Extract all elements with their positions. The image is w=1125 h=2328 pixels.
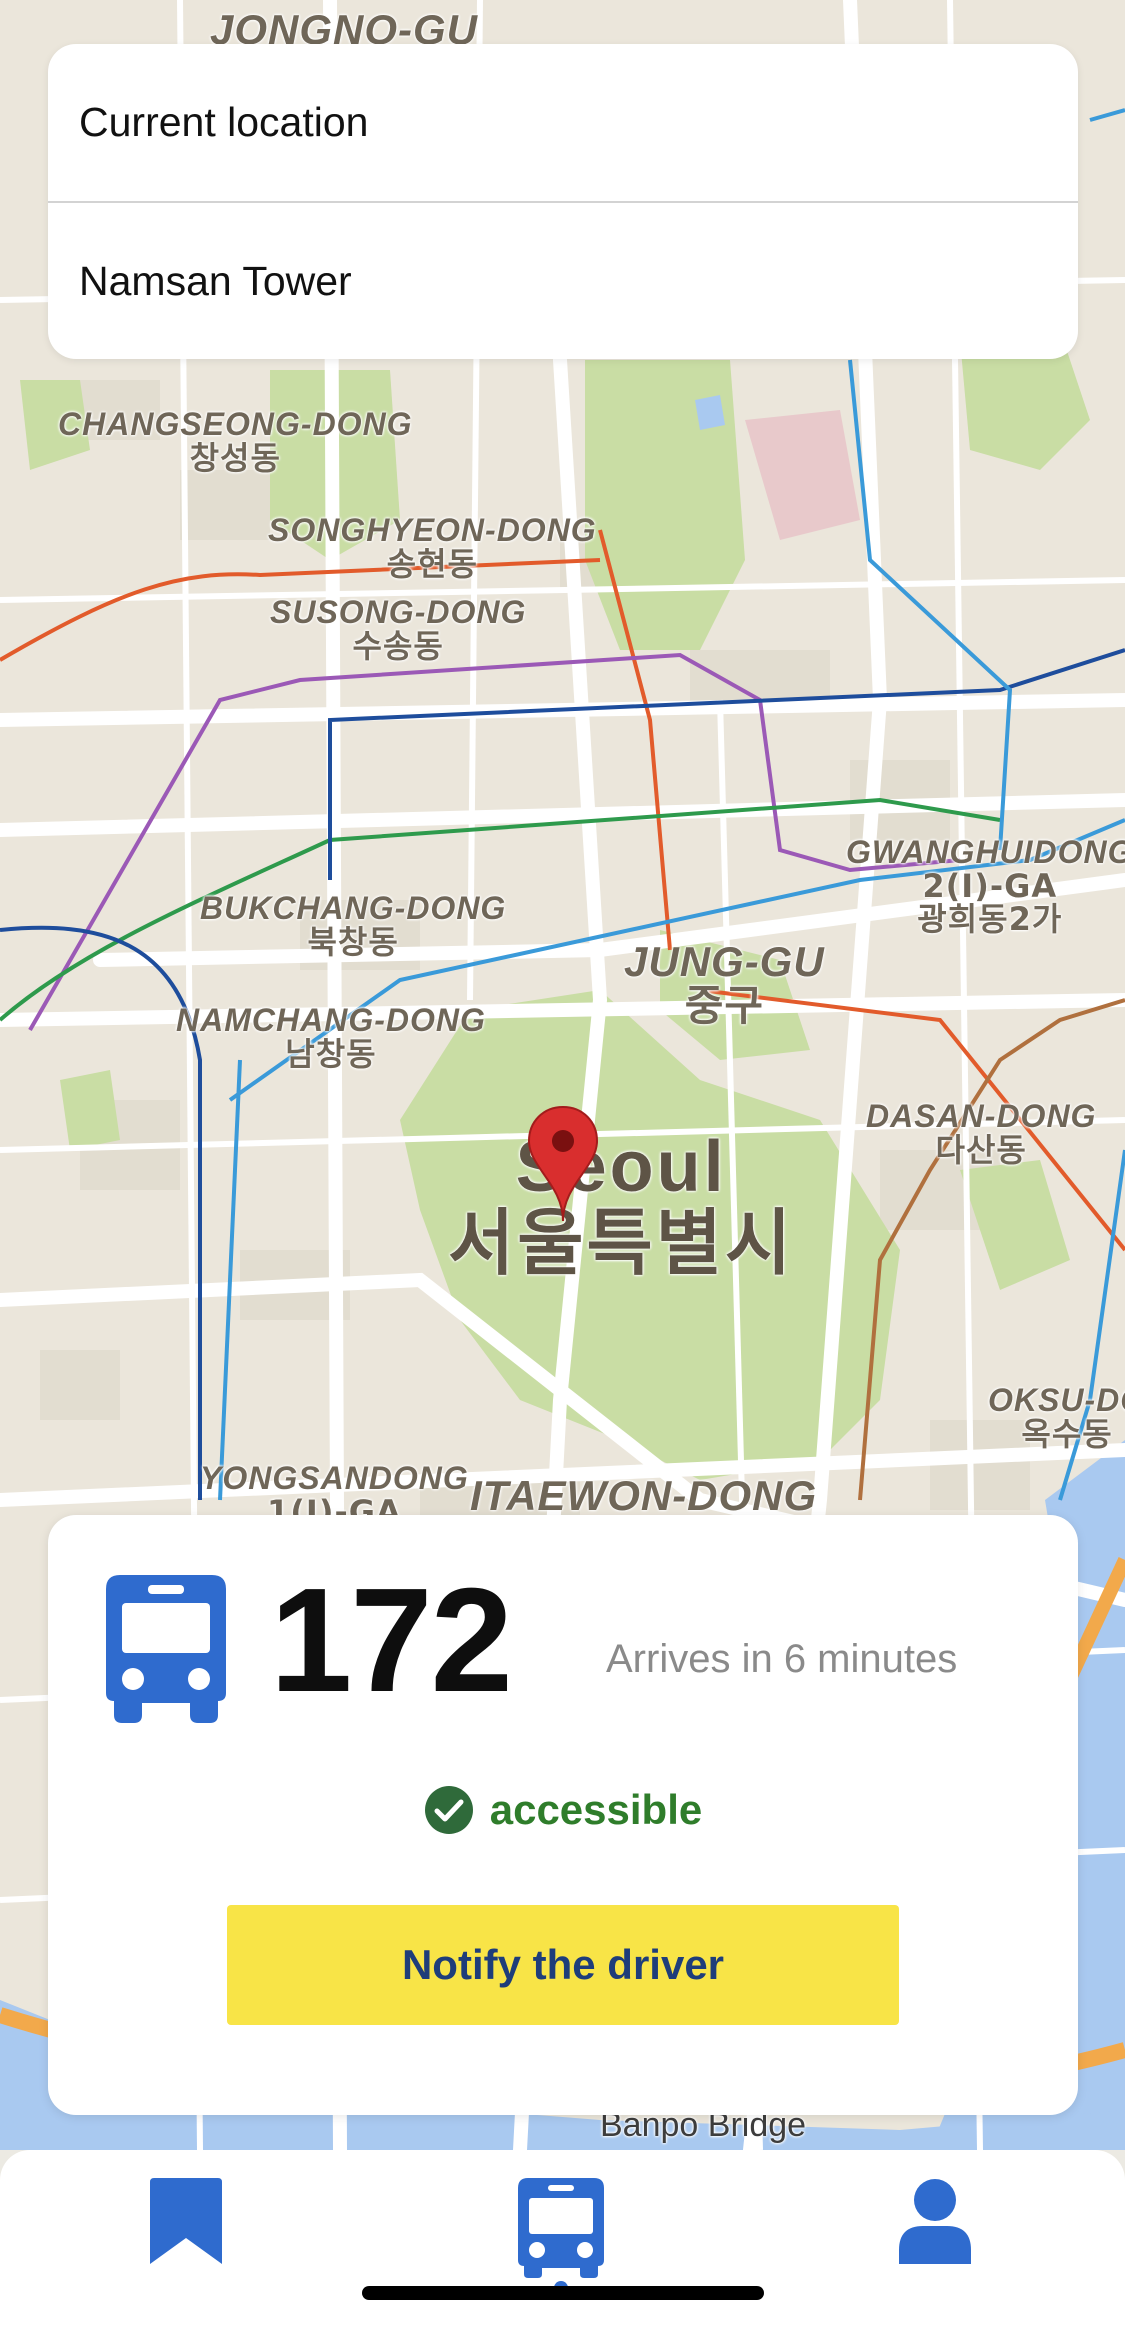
map-label-itaewon: ITAEWON-DONG [470, 1472, 818, 1519]
bus-icon [518, 2178, 604, 2294]
map-label-seoul: Seoul 서울특별시 [448, 1127, 795, 1285]
tab-profile[interactable] [880, 2178, 990, 2288]
accessibility-status: accessible [48, 1785, 1078, 1835]
bus-route-number: 172 [270, 1558, 513, 1723]
route-panel: Current location Namsan Tower [48, 44, 1078, 359]
map-label-susong: SUSONG-DONG 수송동 [270, 594, 527, 665]
origin-field[interactable]: Current location [48, 44, 1078, 201]
bookmark-icon [150, 2178, 222, 2264]
map-pin-icon[interactable] [526, 1105, 600, 1223]
destination-text: Namsan Tower [79, 258, 352, 304]
origin-text: Current location [79, 99, 369, 145]
map-label-changseong: CHANGSEONG-DONG 창성동 [58, 406, 413, 477]
arrival-time-text: Arrives in 6 minutes [606, 1637, 958, 1681]
bottom-tab-bar [0, 2150, 1125, 2328]
check-circle-icon [424, 1786, 473, 1834]
map-label-gwanghui: GWANGHUIDONG 2(I)-GA 광희동2가 [846, 834, 1125, 939]
bus-arrival-card: 172 Arrives in 6 minutes accessible Noti… [48, 1515, 1078, 2115]
bus-icon [106, 1575, 226, 1723]
notify-driver-button[interactable]: Notify the driver [227, 1905, 899, 2025]
map-label-songhyeon: SONGHYEON-DONG 송현동 [268, 512, 597, 583]
map-label-namchang: NAMCHANG-DONG 남창동 [176, 1002, 486, 1073]
map-label-bukchang: BUKCHANG-DONG 북창동 [200, 890, 507, 961]
home-indicator[interactable] [362, 2286, 764, 2300]
destination-field[interactable]: Namsan Tower [48, 203, 1078, 359]
accessible-label: accessible [489, 1786, 703, 1833]
app-screen: JONGNO-GU CHANGSEONG-DONG 창성동 SONGHYEON-… [0, 0, 1125, 2328]
map-label-junggu: JUNG-GU 중구 [624, 938, 825, 1031]
map-label-oksu: OKSU-DO 옥수동 [988, 1382, 1125, 1453]
map-label-dasan: DASAN-DONG 다산동 [866, 1098, 1097, 1169]
tab-bus[interactable] [506, 2178, 616, 2294]
profile-icon [899, 2179, 971, 2264]
tab-saved[interactable] [131, 2178, 241, 2288]
